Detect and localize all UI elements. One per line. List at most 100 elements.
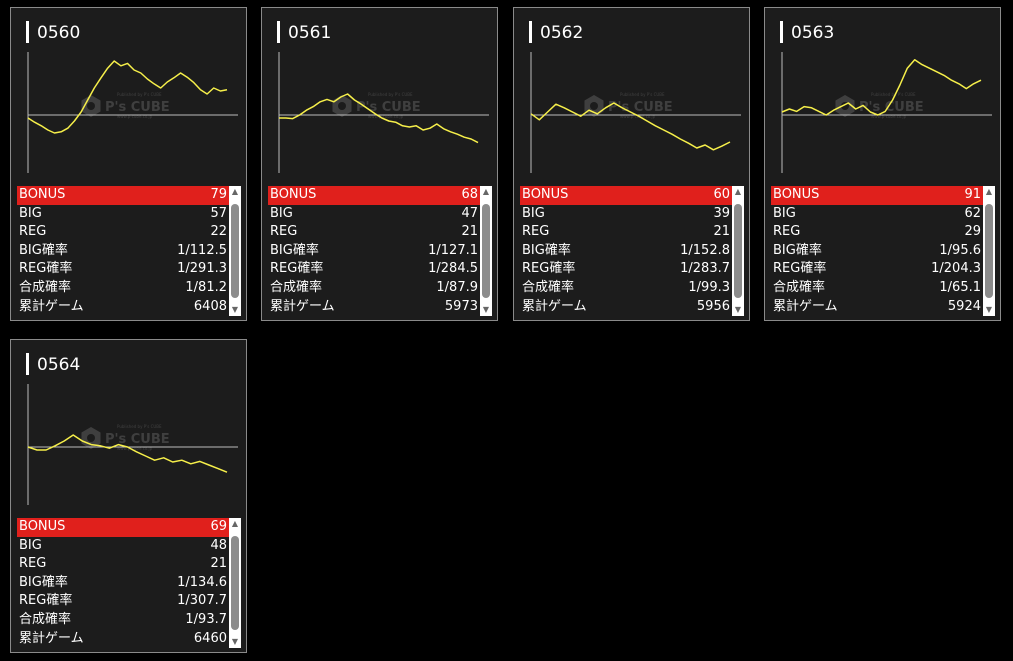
scroll-thumb[interactable] xyxy=(482,204,490,298)
stat-label: BONUS xyxy=(522,187,569,202)
stat-value: 1/134.6 xyxy=(177,574,227,590)
stat-value: 1/284.5 xyxy=(428,261,478,277)
stat-label: 累計ゲーム xyxy=(522,298,587,314)
scroll-up-icon[interactable]: ▲ xyxy=(229,518,241,530)
scroll-down-icon[interactable]: ▼ xyxy=(480,304,492,316)
stat-row-reg: REG 22 xyxy=(17,223,229,242)
stat-row-big: BIG 48 xyxy=(17,537,229,556)
scroll-up-icon[interactable]: ▲ xyxy=(480,186,492,198)
stat-row-big: BIG 39 xyxy=(520,205,732,224)
watermark-brand: P's CUBE xyxy=(105,100,170,115)
machine-card[interactable]: 0564 P's CUBE Published by P's CUBE www.p-c… xyxy=(10,339,247,653)
stat-row-big-rate: BIG確率 1/134.6 xyxy=(17,574,229,593)
scroll-down-icon[interactable]: ▼ xyxy=(732,304,744,316)
scroll-up-icon[interactable]: ▲ xyxy=(229,186,241,198)
stat-row-reg: REG 21 xyxy=(268,223,480,242)
scroll-down-icon[interactable]: ▼ xyxy=(229,304,241,316)
stats-list[interactable]: BONUS 69 BIG 48 REG 21 BIG確率 1/134.6 REG確率 1/307.… xyxy=(17,518,229,648)
stats-scrollbar[interactable]: ▲ ▼ xyxy=(229,186,241,316)
scroll-thumb[interactable] xyxy=(231,536,239,630)
slump-graph: P's CUBE Published by P's CUBE www.p-cube.… xyxy=(520,48,744,179)
stats-scrollbar[interactable]: ▲ ▼ xyxy=(480,186,492,316)
slump-graph-svg: P's CUBEPublished by P's CUBEwww.p-cube.… xyxy=(278,52,489,173)
watermark-tagline: Published by P's CUBE xyxy=(871,92,916,97)
stat-label: BIG確率 xyxy=(522,242,571,258)
stat-row-big: BIG 47 xyxy=(268,205,480,224)
stat-label: 合成確率 xyxy=(522,279,575,295)
scroll-down-icon[interactable]: ▼ xyxy=(229,636,241,648)
machine-card[interactable]: 0561 P's CUBE Published by P's CUBE www.p-c… xyxy=(261,7,498,321)
stat-row-bonus: BONUS 60 xyxy=(520,186,732,205)
stat-value: 57 xyxy=(210,205,227,221)
stat-value: 39 xyxy=(713,205,730,221)
scroll-thumb[interactable] xyxy=(734,204,742,298)
stat-value: 1/95.6 xyxy=(939,242,981,258)
stats-scrollbar[interactable]: ▲ ▼ xyxy=(229,518,241,648)
stat-row-reg-rate: REG確率 1/291.3 xyxy=(17,260,229,279)
slump-graph: P's CUBE Published by P's CUBE www.p-cube.… xyxy=(17,380,241,511)
machine-card[interactable]: 0562 P's CUBE Published by P's CUBE www.p-c… xyxy=(513,7,750,321)
stat-value: 1/204.3 xyxy=(931,261,981,277)
scroll-up-icon[interactable]: ▲ xyxy=(983,186,995,198)
stat-row-combined-rate: 合成確率 1/81.2 xyxy=(17,279,229,298)
watermark-tagline: Published by P's CUBE xyxy=(620,92,665,97)
machine-card[interactable]: 0563 P's CUBE Published by P's CUBE www.p-c… xyxy=(764,7,1001,321)
stat-label: BONUS xyxy=(19,187,66,202)
scroll-thumb[interactable] xyxy=(231,204,239,298)
stat-label: 累計ゲーム xyxy=(19,298,84,314)
stat-value: 1/87.9 xyxy=(436,279,478,295)
stat-row-reg-rate: REG確率 1/204.3 xyxy=(771,260,983,279)
stat-value: 21 xyxy=(461,224,478,240)
stats-list[interactable]: BONUS 68 BIG 47 REG 21 BIG確率 1/127.1 REG確率 1/284.… xyxy=(268,186,480,316)
stat-value: 1/112.5 xyxy=(177,242,227,258)
stat-row-combined-rate: 合成確率 1/87.9 xyxy=(268,279,480,298)
stat-label: BIG確率 xyxy=(19,242,68,258)
stat-value: 22 xyxy=(210,224,227,240)
slump-graph-svg: P's CUBEPublished by P's CUBEwww.p-cube.… xyxy=(27,384,238,505)
stat-value: 69 xyxy=(210,519,227,534)
stats-list[interactable]: BONUS 91 BIG 62 REG 29 BIG確率 1/95.6 REG確率 1/204.3… xyxy=(771,186,983,316)
scroll-up-icon[interactable]: ▲ xyxy=(732,186,744,198)
machine-number[interactable]: 0562 xyxy=(529,21,583,43)
stat-row-bonus: BONUS 79 xyxy=(17,186,229,205)
scroll-thumb[interactable] xyxy=(985,204,993,298)
slump-graph: P's CUBE Published by P's CUBE www.p-cube.… xyxy=(17,48,241,179)
stats-scrollbar[interactable]: ▲ ▼ xyxy=(983,186,995,316)
stat-value: 1/81.2 xyxy=(185,279,227,295)
stats-list[interactable]: BONUS 79 BIG 57 REG 22 BIG確率 1/112.5 REG確率 1/291.… xyxy=(17,186,229,316)
stat-row-combined-rate: 合成確率 1/65.1 xyxy=(771,279,983,298)
stat-row-big: BIG 57 xyxy=(17,205,229,224)
stat-row-big-rate: BIG確率 1/112.5 xyxy=(17,242,229,261)
stat-label: REG確率 xyxy=(19,593,73,609)
stat-label: BIG xyxy=(19,537,42,553)
stat-label: 合成確率 xyxy=(19,611,72,627)
slump-graph: P's CUBE Published by P's CUBE www.p-cube.… xyxy=(268,48,492,179)
stat-value: 60 xyxy=(713,187,730,202)
machine-number[interactable]: 0564 xyxy=(26,353,80,375)
stats-scrollbar[interactable]: ▲ ▼ xyxy=(732,186,744,316)
stat-value: 21 xyxy=(713,224,730,240)
scroll-down-icon[interactable]: ▼ xyxy=(983,304,995,316)
machine-number[interactable]: 0560 xyxy=(26,21,80,43)
stat-value: 68 xyxy=(461,187,478,202)
machine-number[interactable]: 0561 xyxy=(277,21,331,43)
stat-value: 1/99.3 xyxy=(688,279,730,295)
watermark-brand: P's CUBE xyxy=(608,100,673,115)
stat-label: BIG確率 xyxy=(773,242,822,258)
stat-label: 合成確率 xyxy=(270,279,323,295)
machine-card[interactable]: 0560 P's CUBE Published by P's CUBE www.p-c… xyxy=(10,7,247,321)
watermark-tagline: Published by P's CUBE xyxy=(368,92,413,97)
stat-label: REG xyxy=(19,224,47,240)
stat-value: 1/152.8 xyxy=(680,242,730,258)
stat-label: REG確率 xyxy=(773,261,827,277)
slump-line xyxy=(27,60,228,134)
stat-row-total-games: 累計ゲーム 5973 xyxy=(268,298,480,316)
stat-value: 1/127.1 xyxy=(428,242,478,258)
stats-list[interactable]: BONUS 60 BIG 39 REG 21 BIG確率 1/152.8 REG確率 1/283.… xyxy=(520,186,732,316)
stat-value: 47 xyxy=(461,205,478,221)
stat-value: 5924 xyxy=(947,298,981,314)
stat-row-combined-rate: 合成確率 1/93.7 xyxy=(17,611,229,630)
stat-label: BIG xyxy=(270,205,293,221)
stat-value: 6408 xyxy=(193,298,227,314)
machine-number[interactable]: 0563 xyxy=(780,21,834,43)
